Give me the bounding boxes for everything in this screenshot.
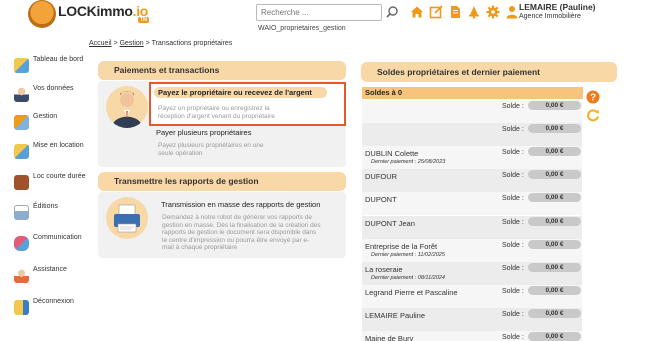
- owner-solde-label: Solde :: [502, 103, 524, 110]
- owner-solde-value: 0,00 €: [528, 193, 581, 203]
- owner-name[interactable]: La roseraie: [365, 265, 403, 274]
- user-icon[interactable]: [505, 5, 519, 19]
- pay-multiple-owners-title[interactable]: Payer plusieurs propriétaires: [156, 128, 251, 137]
- sidebar-item-tableau-de-bord[interactable]: Tableau de bord: [14, 56, 98, 78]
- owner-balance-row[interactable]: Entreprise de la Forêt Dernier paiement :…: [362, 238, 582, 262]
- breadcrumb: Accueil > Gestion > Transactions proprié…: [89, 40, 233, 47]
- search-icon[interactable]: [385, 5, 399, 19]
- owner-solde-label: Solde :: [502, 126, 524, 134]
- chat-icon: [14, 236, 29, 251]
- breadcrumb-home[interactable]: Accueil: [89, 40, 112, 47]
- owner-balance-row[interactable]: DUPONT Jean Solde : 0,00 €: [362, 215, 582, 239]
- owner-solde-label: Solde :: [502, 287, 524, 295]
- breadcrumb-current: Transactions propriétaires: [151, 40, 233, 47]
- edit-icon[interactable]: [429, 5, 443, 19]
- owner-balance-row[interactable]: Maine de Bury Solde : 0,00 €: [362, 331, 582, 341]
- owner-solde-value: 0,00 €: [528, 124, 581, 134]
- suitcase-icon: [14, 175, 29, 190]
- svg-text:?: ?: [590, 93, 596, 104]
- owner-name[interactable]: DUPONT: [365, 195, 397, 204]
- owner-balance-row[interactable]: Solde : 0,00 €: [362, 123, 582, 147]
- owner-solde-value: 0,00 €: [528, 170, 581, 180]
- person-icon: [14, 87, 29, 102]
- search-input[interactable]: [256, 4, 382, 21]
- refresh-icon[interactable]: [586, 108, 600, 124]
- pay-multiple-owners-desc: Payez plusieurs propriétaires en une seu…: [158, 142, 264, 157]
- logout-icon: [14, 300, 29, 315]
- sidebar-item-loc-courte-duree[interactable]: Loc courte durée: [14, 173, 98, 195]
- balances-subheader: Soldes à 0: [362, 87, 583, 99]
- owner-balance-row[interactable]: DUFOUR Solde : 0,00 €: [362, 169, 582, 193]
- support-icon: [14, 268, 29, 283]
- sidebar-item-communication[interactable]: Communication: [14, 234, 98, 256]
- gear-icon[interactable]: [486, 5, 500, 19]
- payments-panel-title: Paiements et transactions: [98, 61, 346, 80]
- owner-solde-value: 0,00 €: [528, 101, 581, 110]
- bulk-reports-desc: Demandez à notre robot de générer vos ra…: [162, 214, 321, 251]
- page-code: WAIO_proprietaires_gestion: [258, 25, 346, 32]
- owner-solde-value: 0,00 €: [528, 239, 581, 249]
- owner-solde-value: 0,00 €: [528, 308, 581, 318]
- owner-solde-label: Solde :: [502, 172, 524, 180]
- dashboard-icon: [14, 58, 29, 73]
- owner-last-payment: Dernier paiement : 11/02/2025: [371, 251, 445, 258]
- balances-panel-title: Soldes propriétaires et dernier paiement: [361, 62, 617, 82]
- pay-owner-title[interactable]: Payez le propriétaire ou recevez de l'ar…: [154, 87, 327, 98]
- owner-solde-value: 0,00 €: [528, 216, 581, 226]
- bell-icon[interactable]: [467, 5, 481, 19]
- user-name[interactable]: LEMAIRE (Pauline): [519, 2, 596, 12]
- tiger-mascot-icon: [28, 0, 56, 28]
- owner-last-payment: Dernier paiement : 08/11/2024: [371, 274, 445, 281]
- sidebar-item-gestion[interactable]: Gestion: [14, 113, 98, 135]
- owner-solde-label: Solde :: [502, 310, 524, 318]
- owner-name[interactable]: DUPONT Jean: [365, 219, 415, 228]
- owner-name[interactable]: Maine de Bury: [365, 334, 413, 341]
- owner-name[interactable]: LEMAIRE Pauline: [365, 311, 425, 320]
- owner-solde-value: 0,00 €: [528, 285, 581, 295]
- help-icon[interactable]: ?: [586, 90, 600, 106]
- document-icon[interactable]: [448, 5, 462, 19]
- owner-name[interactable]: DUBLIN Colette: [365, 149, 418, 158]
- printer-avatar-icon: [106, 197, 148, 239]
- reports-panel-title: Transmettre les rapports de gestion: [98, 172, 346, 191]
- owner-solde-label: Solde :: [502, 218, 524, 226]
- owner-name[interactable]: Legrand Pierre et Pascaline: [365, 288, 458, 297]
- brand-badge: TM: [138, 17, 150, 23]
- home-icon[interactable]: [410, 5, 424, 19]
- owner-balance-row[interactable]: LEMAIRE Pauline Solde : 0,00 €: [362, 307, 582, 331]
- owner-balance-row[interactable]: DUPONT Solde : 0,00 €: [362, 192, 582, 216]
- sidebar-item-assistance[interactable]: Assistance: [14, 266, 98, 288]
- owner-solde-label: Solde :: [502, 334, 524, 341]
- management-icon: [14, 115, 29, 130]
- owner-solde-label: Solde :: [502, 264, 524, 272]
- owner-solde-label: Solde :: [502, 149, 524, 157]
- owner-solde-label: Solde :: [502, 241, 524, 249]
- owner-balance-row[interactable]: DUBLIN Colette Dernier paiement : 25/08/2…: [362, 146, 582, 170]
- sidebar-item-vos-donnees[interactable]: Vos données: [14, 85, 98, 107]
- owner-name[interactable]: Entreprise de la Forêt: [365, 242, 437, 251]
- sidebar-item-mise-en-location[interactable]: Mise en location: [14, 142, 98, 164]
- owner-last-payment: Dernier paiement : 25/08/2023: [371, 159, 446, 166]
- owner-balance-row[interactable]: La roseraie Dernier paiement : 08/11/2024…: [362, 261, 582, 285]
- pay-owner-desc: Payez un propriétaire ou enregistrez la …: [158, 105, 275, 120]
- owner-name[interactable]: DUFOUR: [365, 172, 397, 181]
- printer-icon: [14, 205, 29, 220]
- breadcrumb-gestion[interactable]: Gestion: [120, 40, 144, 47]
- owner-solde-value: 0,00 €: [528, 262, 581, 272]
- rental-icon: [14, 144, 29, 159]
- app-logo[interactable]: LOCKimmo.io TM: [28, 0, 150, 28]
- bulk-reports-title[interactable]: Transmission en masse des rapports de ge…: [161, 200, 320, 209]
- sidebar-item-deconnexion[interactable]: Déconnexion: [14, 298, 98, 320]
- user-agency: Agence Immobilière: [519, 13, 581, 20]
- owner-balance-row[interactable]: Legrand Pierre et Pascaline Solde : 0,00 €: [362, 284, 582, 308]
- owner-solde-value: 0,00 €: [528, 147, 581, 157]
- brand-name: LOCKimmo.io: [58, 3, 149, 19]
- owner-balance-row[interactable]: Solde : 0,00 €: [362, 100, 582, 123]
- owner-solde-value: 0,00 €: [528, 332, 581, 341]
- sidebar-item-editions[interactable]: Éditions: [14, 203, 98, 225]
- businessman-avatar-icon: [106, 86, 148, 128]
- owner-solde-label: Solde :: [502, 195, 524, 203]
